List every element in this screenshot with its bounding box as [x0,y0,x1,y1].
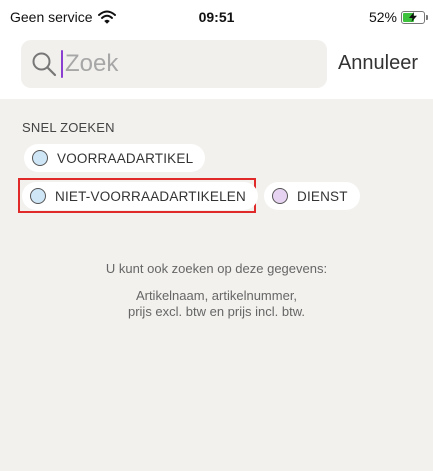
chip-niet-voorraadartikelen[interactable]: NIET-VOORRAADARTIKELEN [22,182,258,210]
header: Geen service 09:51 52% Zoek Annuleer [0,0,433,99]
status-bar: Geen service 09:51 52% [0,0,433,34]
non-stock-item-circle-icon [30,188,46,204]
battery-percentage: 52% [368,9,397,25]
stock-item-circle-icon [32,150,48,166]
text-cursor [61,50,63,78]
chip-label: VOORRAADARTIKEL [57,150,194,166]
battery-nub [426,14,428,20]
info-line: Artikelnaam, artikelnummer, [135,288,298,303]
battery-area: 52% [368,9,428,25]
cancel-button[interactable]: Annuleer [338,52,418,75]
info-line: prijs excl. btw en prijs incl. btw. [127,304,305,319]
battery-icon [401,10,428,24]
service-circle-icon [272,188,288,204]
chip-label: NIET-VOORRAADARTIKELEN [55,188,246,204]
search-row: Annuleer [0,40,433,90]
search-box[interactable] [21,40,327,88]
quick-search-title: SNEL ZOEKEN [22,120,115,135]
chip-voorraadartikel[interactable]: VOORRAADARTIKEL [24,144,206,172]
chip-label: DIENST [297,188,348,204]
chip-dienst[interactable]: DIENST [264,182,360,210]
search-icon [32,52,57,77]
info-heading: U kunt ook zoeken op deze gegevens: [105,261,328,276]
search-input[interactable] [65,50,305,78]
charging-bolt-icon [409,11,417,22]
